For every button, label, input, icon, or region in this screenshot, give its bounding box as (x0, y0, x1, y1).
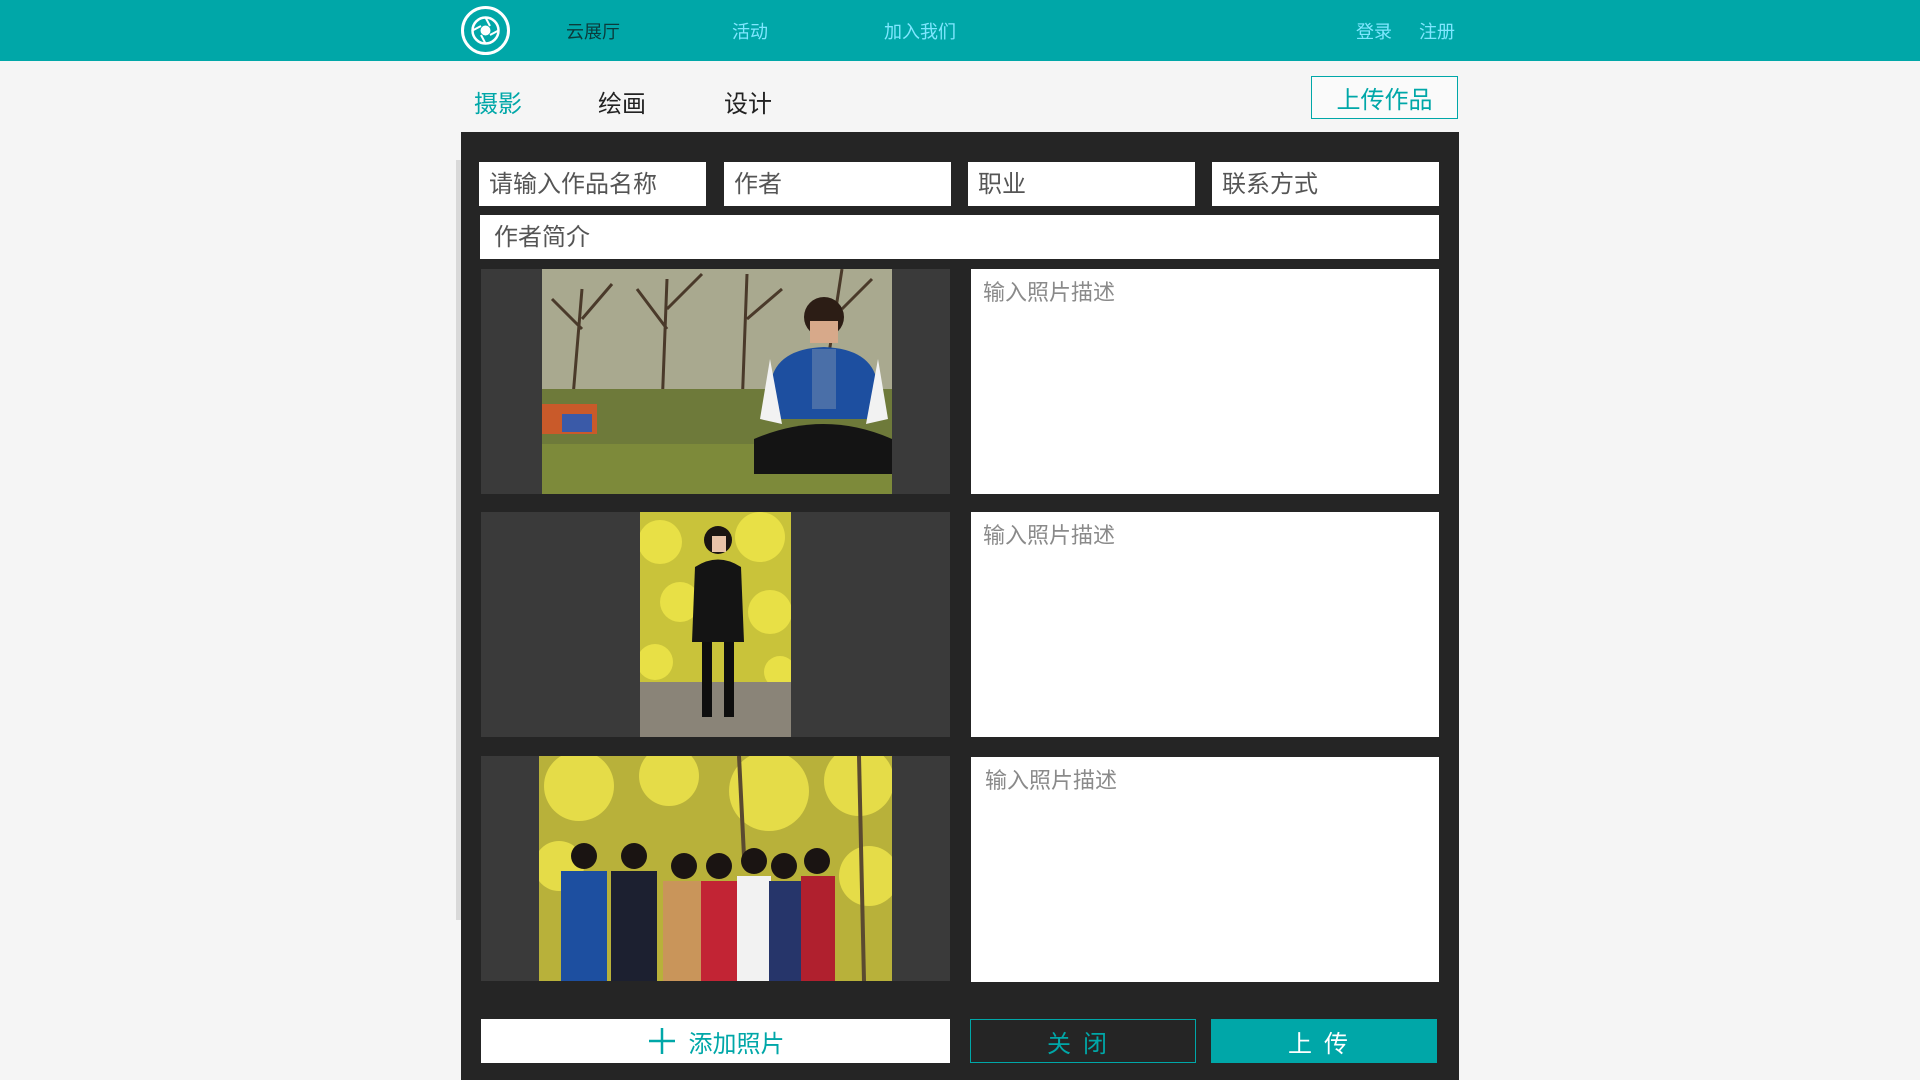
nav-link-join-us[interactable]: 加入我们 (884, 18, 956, 44)
tab-photography[interactable]: 摄影 (474, 84, 522, 119)
occupation-input[interactable] (968, 162, 1195, 206)
plus-icon (648, 1028, 675, 1054)
photo-description-1[interactable] (971, 269, 1439, 494)
register-link[interactable]: 注册 (1419, 18, 1455, 44)
photo-thumbnail-2 (640, 512, 791, 737)
photo-thumbnail-3 (539, 756, 892, 981)
nav-link-events[interactable]: 活动 (732, 18, 768, 44)
work-name-input[interactable] (479, 162, 706, 206)
photo-description-3[interactable] (971, 757, 1439, 982)
camera-aperture-icon[interactable] (461, 6, 510, 55)
submit-upload-button[interactable]: 上传 (1211, 1019, 1437, 1063)
top-navbar: 云展厅 活动 加入我们 登录 注册 (0, 0, 1920, 61)
add-photo-label: 添加照片 (688, 1030, 785, 1058)
photo-slot-3[interactable] (481, 756, 950, 981)
close-button[interactable]: 关闭 (970, 1019, 1196, 1063)
author-bio-input[interactable] (480, 215, 1439, 259)
tab-painting[interactable]: 绘画 (598, 84, 646, 119)
photo-thumbnail-1 (542, 269, 892, 494)
photo-slot-1[interactable] (481, 269, 950, 494)
author-input[interactable] (724, 162, 951, 206)
nav-link-gallery[interactable]: 云展厅 (566, 18, 620, 44)
add-photo-button[interactable]: 添加照片 (481, 1019, 950, 1063)
photo-slot-2[interactable] (481, 512, 950, 737)
login-link[interactable]: 登录 (1356, 18, 1392, 44)
upload-work-button[interactable]: 上传作品 (1311, 76, 1458, 119)
contact-input[interactable] (1212, 162, 1439, 206)
tab-design[interactable]: 设计 (724, 84, 772, 119)
upload-modal: 添加照片 关闭 上传 (461, 132, 1459, 1080)
photo-description-2[interactable] (971, 512, 1439, 737)
